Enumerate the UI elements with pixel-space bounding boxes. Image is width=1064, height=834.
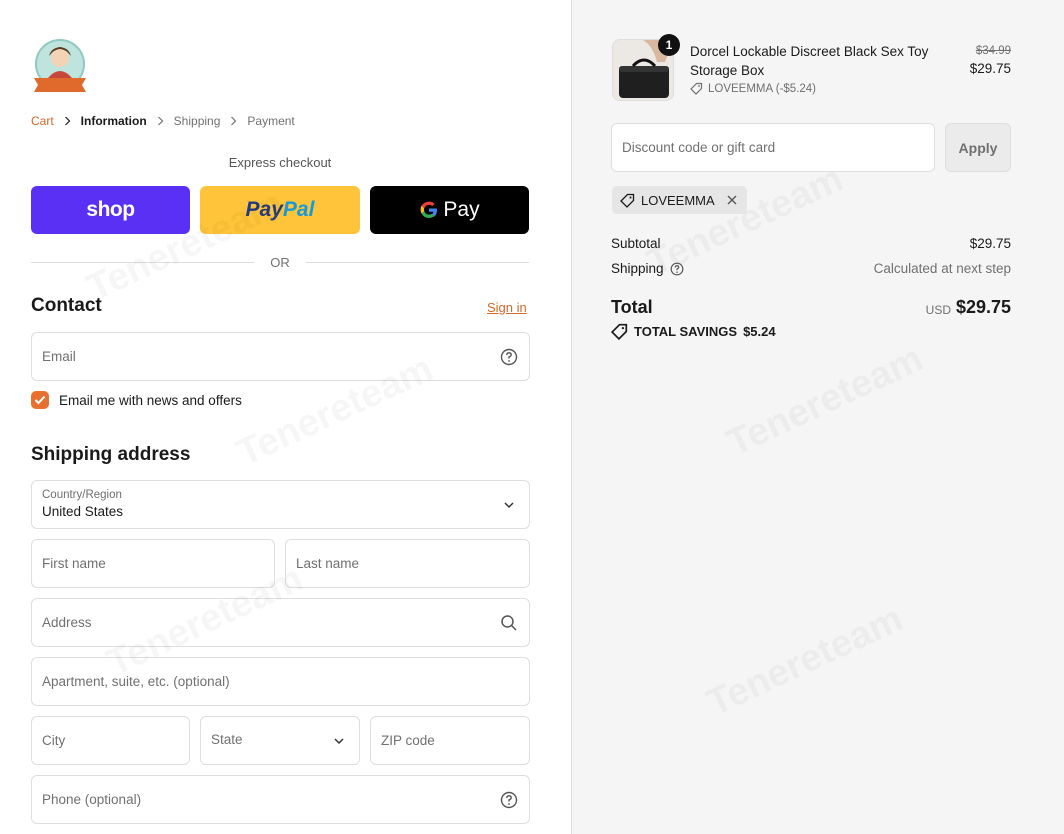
city-field[interactable]: City — [31, 716, 190, 765]
state-select[interactable]: State — [200, 716, 360, 765]
original-price: $34.99 — [975, 45, 1011, 57]
apply-discount-button[interactable]: Apply — [945, 123, 1011, 172]
chevron-down-icon — [504, 502, 514, 509]
shop-pay-button[interactable]: shop — [31, 186, 190, 234]
total-savings: TOTAL SAVINGS $5.24 — [611, 323, 776, 340]
google-pay-logo: Pay — [419, 198, 480, 222]
country-select[interactable]: Country/Region United States — [31, 480, 530, 529]
country-value: United States — [42, 504, 124, 519]
subtotal-label: Subtotal — [611, 236, 661, 251]
search-icon — [501, 615, 517, 631]
paypal-pal-text: Pal — [282, 198, 315, 221]
google-pay-label: Pay — [443, 198, 480, 221]
zip-placeholder: ZIP code — [381, 733, 435, 748]
shipping-address-title: Shipping address — [31, 444, 191, 465]
newsletter-label: Email me with news and offers — [59, 392, 242, 408]
tag-icon — [690, 82, 703, 95]
phone-placeholder: Phone (optional) — [42, 792, 142, 807]
apartment-field[interactable]: Apartment, suite, etc. (optional) — [31, 657, 530, 706]
country-label: Country/Region — [42, 489, 122, 501]
shipping-value: Calculated at next step — [873, 261, 1011, 276]
breadcrumb-cart[interactable]: Cart — [31, 114, 54, 128]
apartment-placeholder: Apartment, suite, etc. (optional) — [42, 674, 230, 689]
first-name-field[interactable]: First name — [31, 539, 275, 588]
zip-field[interactable]: ZIP code — [370, 716, 530, 765]
help-circle-icon[interactable] — [670, 262, 684, 276]
address-field[interactable]: Address — [31, 598, 530, 647]
store-logo[interactable] — [31, 38, 89, 94]
paypal-pay-text: Pay — [245, 198, 283, 221]
shipping-label: Shipping — [611, 261, 664, 276]
divider-line — [305, 262, 529, 263]
breadcrumb-information: Information — [80, 114, 147, 128]
total-label: Total — [611, 297, 653, 317]
paypal-button[interactable]: PayPal — [200, 186, 360, 234]
total-value: $29.75 — [955, 297, 1011, 317]
applied-discount-code: LOVEEMMA — [641, 192, 715, 208]
product-discount: LOVEEMMA (-$5.24) — [690, 82, 816, 95]
divider-line — [31, 262, 255, 263]
chevron-down-icon — [334, 738, 344, 745]
tag-icon — [620, 193, 635, 208]
express-checkout-title: Express checkout — [228, 155, 332, 170]
sign-in-link[interactable]: Sign in — [487, 300, 527, 315]
breadcrumb: Cart Information Shipping Payment — [31, 114, 295, 128]
email-placeholder: Email — [42, 349, 76, 364]
breadcrumb-payment: Payment — [247, 114, 295, 128]
state-placeholder: State — [211, 732, 243, 747]
chevron-right-icon — [231, 116, 237, 126]
breadcrumb-shipping: Shipping — [173, 114, 221, 128]
savings-label: TOTAL SAVINGS — [634, 324, 738, 339]
or-label: OR — [270, 255, 290, 270]
shipping-row-label: Shipping — [611, 261, 684, 276]
applied-discount-tag: LOVEEMMA — [612, 186, 747, 214]
discount-code-input[interactable]: Discount code or gift card — [611, 123, 935, 172]
tag-icon — [611, 323, 628, 340]
last-name-placeholder: Last name — [296, 556, 360, 571]
checkmark-icon — [34, 395, 46, 405]
email-field[interactable]: Email — [31, 332, 530, 381]
chevron-right-icon — [157, 116, 164, 126]
paypal-logo: PayPal — [246, 198, 315, 222]
savings-value: $5.24 — [743, 324, 776, 339]
subtotal-value: $29.75 — [969, 236, 1011, 251]
google-g-icon — [421, 201, 438, 218]
shop-pay-label: shop — [86, 198, 135, 221]
last-name-field[interactable]: Last name — [285, 539, 530, 588]
discount-code-placeholder: Discount code or gift card — [622, 140, 776, 155]
product-discount-label: LOVEEMMA (-$5.24) — [708, 82, 817, 95]
city-placeholder: City — [42, 733, 66, 748]
phone-field[interactable]: Phone (optional) — [31, 775, 530, 824]
address-placeholder: Address — [42, 615, 92, 630]
newsletter-checkbox[interactable] — [31, 391, 49, 409]
first-name-placeholder: First name — [42, 556, 106, 571]
help-circle-icon[interactable] — [500, 791, 518, 809]
sale-price: $29.75 — [969, 61, 1011, 76]
chevron-right-icon — [64, 116, 71, 126]
quantity-badge: 1 — [658, 34, 680, 56]
close-icon[interactable] — [725, 193, 739, 207]
product-name: Dorcel Lockable Discreet Black Sex Toy S… — [690, 44, 929, 78]
checkout-form-panel: Cart Information Shipping Payment Expres… — [0, 0, 571, 834]
contact-title: Contact — [31, 295, 102, 316]
newsletter-option[interactable]: Email me with news and offers — [31, 391, 242, 409]
help-circle-icon[interactable] — [500, 348, 518, 366]
google-pay-button[interactable]: Pay — [370, 186, 529, 234]
or-divider: OR — [31, 255, 529, 270]
total-currency: USD — [925, 303, 951, 317]
